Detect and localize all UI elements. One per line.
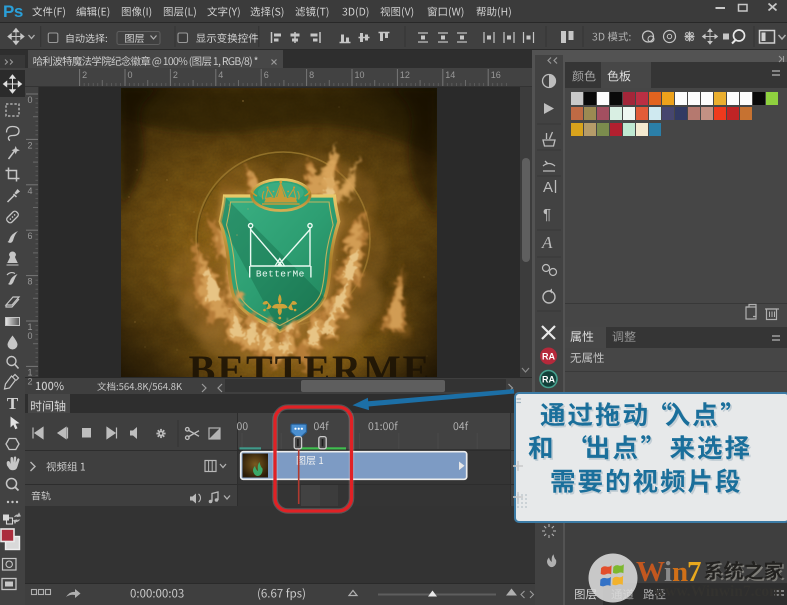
svg-text:www.Winwin7.com: www.Winwin7.com [654, 583, 782, 600]
svg-text:T: T [7, 394, 19, 413]
svg-text:Ps: Ps [3, 2, 23, 21]
svg-text:8: 8 [309, 70, 314, 80]
svg-text:4: 4 [218, 70, 223, 80]
svg-text:¶: ¶ [543, 206, 551, 223]
svg-text:10: 10 [355, 70, 365, 80]
svg-text:A: A [541, 233, 553, 252]
svg-text:RA: RA [542, 352, 555, 362]
svg-text:2: 2 [28, 140, 33, 150]
svg-text:14: 14 [445, 70, 455, 80]
svg-text:12: 12 [400, 70, 410, 80]
svg-text:0: 0 [28, 95, 33, 105]
svg-text:2: 2 [28, 376, 33, 386]
svg-text:16: 16 [491, 70, 501, 80]
svg-text:6: 6 [28, 231, 33, 241]
svg-text:6: 6 [264, 70, 269, 80]
svg-text:0: 0 [28, 331, 33, 341]
svg-text:8: 8 [28, 277, 33, 287]
svg-text:RA: RA [542, 375, 555, 385]
svg-text:A: A [543, 179, 553, 196]
svg-text:0: 0 [128, 70, 133, 80]
svg-text:2: 2 [82, 70, 87, 80]
svg-text:4: 4 [28, 186, 33, 196]
svg-text:2: 2 [173, 70, 178, 80]
